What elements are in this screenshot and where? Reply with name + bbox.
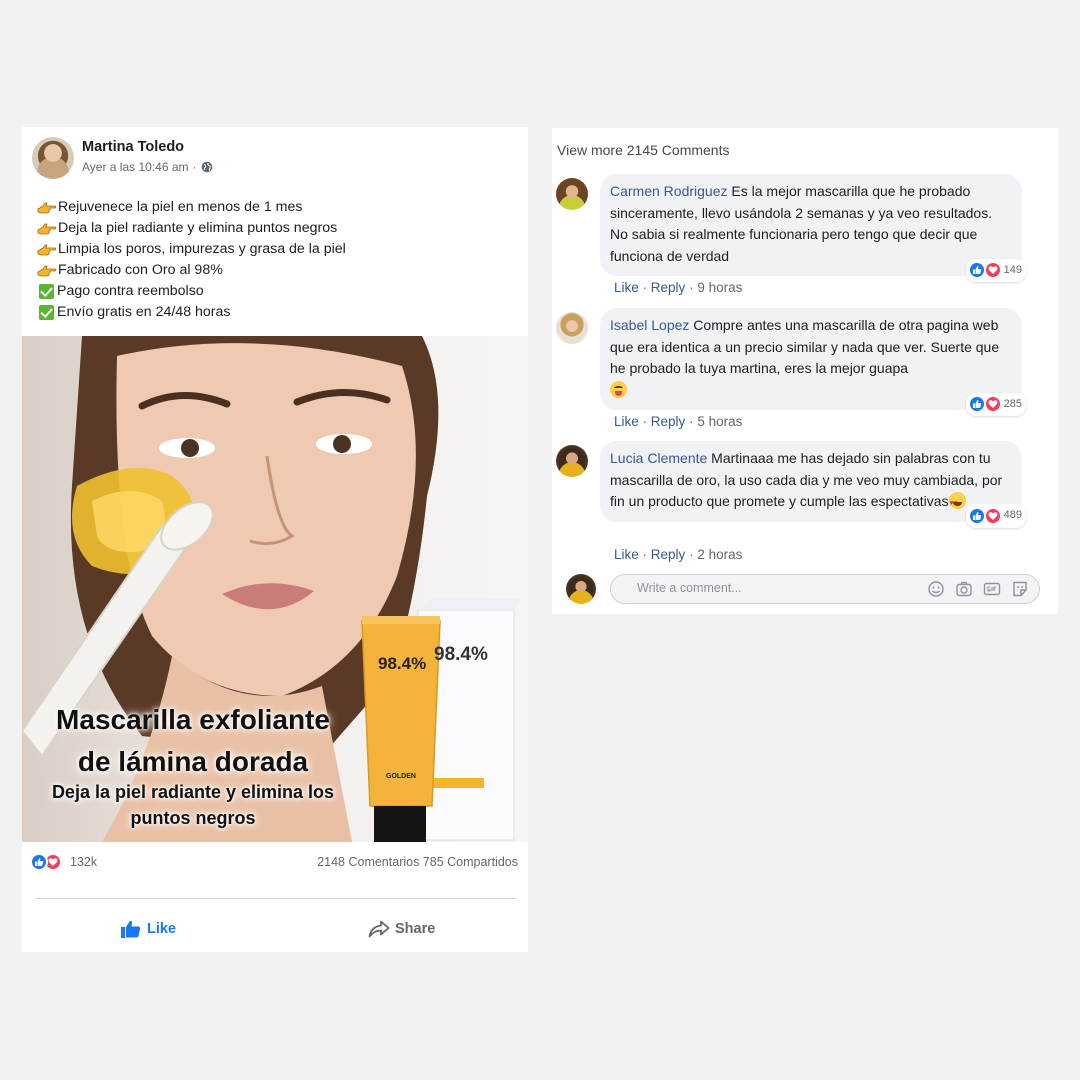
product-name-label: GOLDEN [386,773,416,780]
action-separator: · [689,414,694,429]
like-button-label: Like [147,921,177,937]
product-percent-label: 98.4% [378,654,427,673]
action-separator: · [642,280,648,295]
comment-reaction-count: 149 [1003,263,1022,276]
author-avatar[interactable] [32,137,74,179]
share-button-label: Share [395,921,436,937]
comment-reactions[interactable]: 285 [965,392,1026,416]
body-line: Envío gratis en 24/48 horas [37,302,517,323]
body-line: Pago contra reembolso [37,281,517,302]
post-card: Martina Toledo Ayer a las 10:46 am · Rej… [22,127,528,952]
meta-separator: · [192,160,197,174]
commenter-avatar[interactable] [556,312,588,344]
globe-icon [201,161,212,173]
comment-reply-link[interactable]: Reply [651,280,686,295]
reactions-summary: 132k 2148 Comentarios 785 Compartidos [30,853,518,873]
comment-reaction-count: 285 [1003,397,1022,410]
emoji-icon[interactable] [927,580,945,598]
body-line-text: Deja la piel radiante y elimina puntos n… [58,220,338,236]
comment-like-link[interactable]: Like [614,414,639,429]
like-reaction-icon [967,506,986,525]
comment-reply-link[interactable]: Reply [651,414,686,429]
gif-icon[interactable] [983,580,1001,598]
camera-icon[interactable] [955,580,973,598]
action-separator: · [642,547,648,562]
action-divider [36,898,516,899]
author-name[interactable]: Martina Toledo [82,139,184,155]
reaction-icons[interactable] [30,853,62,871]
commenter-name[interactable]: Isabel Lopez [610,317,689,333]
comment-reply-link[interactable]: Reply [651,547,686,562]
comment-actions: Like · Reply · 2 horas [614,547,742,562]
heart-eyes-emoji-icon [948,492,966,515]
comment-input[interactable]: Write a comment... [610,574,1040,604]
comment-bubble: Isabel Lopez Compre antes una mascarilla… [600,308,1026,416]
post-meta: Ayer a las 10:46 am · [82,160,213,174]
body-line-text: Envío gratis en 24/48 horas [57,304,231,320]
ad-subtitle-line1: Deja la piel radiante y elimina los [51,782,335,802]
ad-title-line2: de lámina dorada [77,746,309,777]
reaction-count[interactable]: 132k [70,855,97,869]
pointing-hand-icon [37,244,57,255]
comment-input-tools [927,580,1029,598]
comment-time[interactable]: 2 horas [697,547,742,562]
comment-time[interactable]: 9 horas [697,280,742,295]
love-reaction-icon [983,506,1002,525]
ad-subtitle-line2: puntos negros [130,808,256,828]
like-reaction-icon [30,853,48,871]
ad-title-line1: Mascarilla exfoliante [56,704,330,735]
share-button[interactable]: Share [368,917,435,941]
pointing-hand-icon [37,202,57,213]
comment-time[interactable]: 5 horas [697,414,742,429]
share-arrow-icon [368,920,390,938]
love-reaction-icon [983,261,1002,280]
body-line-text: Pago contra reembolso [57,283,204,299]
check-mark-icon [39,284,54,299]
current-user-avatar [566,574,596,604]
commenter-name[interactable]: Lucia Clemente [610,450,707,466]
like-button[interactable]: Like [120,917,176,941]
comments-shares-count[interactable]: 2148 Comentarios 785 Compartidos [317,855,518,869]
commenter-name[interactable]: Carmen Rodriguez [610,183,728,199]
body-line: Rejuvenece la piel en menos de 1 mes [37,197,517,218]
post-timestamp[interactable]: Ayer a las 10:46 am [82,160,189,174]
like-reaction-icon [967,395,986,414]
comment-input-placeholder: Write a comment... [637,581,742,595]
body-line: Limpia los poros, impurezas y grasa de l… [37,239,517,260]
pointing-hand-icon [37,223,57,234]
post-header: Martina Toledo Ayer a las 10:46 am · [32,137,512,181]
view-more-comments-link[interactable]: View more 2145 Comments [557,142,729,158]
sticker-icon[interactable] [1011,580,1029,598]
comment-like-link[interactable]: Like [614,280,639,295]
tongue-face-emoji-icon [610,380,627,398]
body-line-text: Rejuvenece la piel en menos de 1 mes [58,199,303,215]
body-line: Deja la piel radiante y elimina puntos n… [37,218,517,239]
body-line: Fabricado con Oro al 98% [37,260,517,281]
comment-actions: Like · Reply · 9 horas [614,280,742,295]
commenter-avatar[interactable] [556,178,588,210]
like-reaction-icon [967,261,986,280]
action-separator: · [689,547,694,562]
commenter-avatar[interactable] [556,445,588,477]
action-separator: · [642,414,648,429]
thumbs-up-icon [121,920,141,938]
write-comment-row: Write a comment... [552,574,1058,606]
product-box-percent-label: 98.4% [434,644,488,665]
comment-reactions[interactable]: 149 [965,258,1026,282]
comment-reaction-count: 489 [1003,509,1022,521]
action-separator: · [689,280,694,295]
love-reaction-icon [983,395,1002,414]
body-line-text: Fabricado con Oro al 98% [58,262,223,278]
post-text: Rejuvenece la piel en menos de 1 mes Dej… [37,197,517,323]
comment-bubble: Lucia Clemente Martinaaa me has dejado s… [600,441,1026,528]
comment-reactions[interactable]: 489 [965,504,1026,528]
post-ad-image[interactable]: 98.4% 98.4% GOLDEN Mascarilla exfoliante… [22,336,528,842]
comment-actions: Like · Reply · 5 horas [614,414,742,429]
check-mark-icon [39,305,54,320]
body-line-text: Limpia los poros, impurezas y grasa de l… [58,241,346,257]
comments-panel: View more 2145 Comments Carmen Rodriguez… [552,128,1058,614]
comment-like-link[interactable]: Like [614,547,639,562]
pointing-hand-icon [37,265,57,276]
comment-bubble: Carmen Rodriguez Es la mejor mascarilla … [600,174,1026,282]
